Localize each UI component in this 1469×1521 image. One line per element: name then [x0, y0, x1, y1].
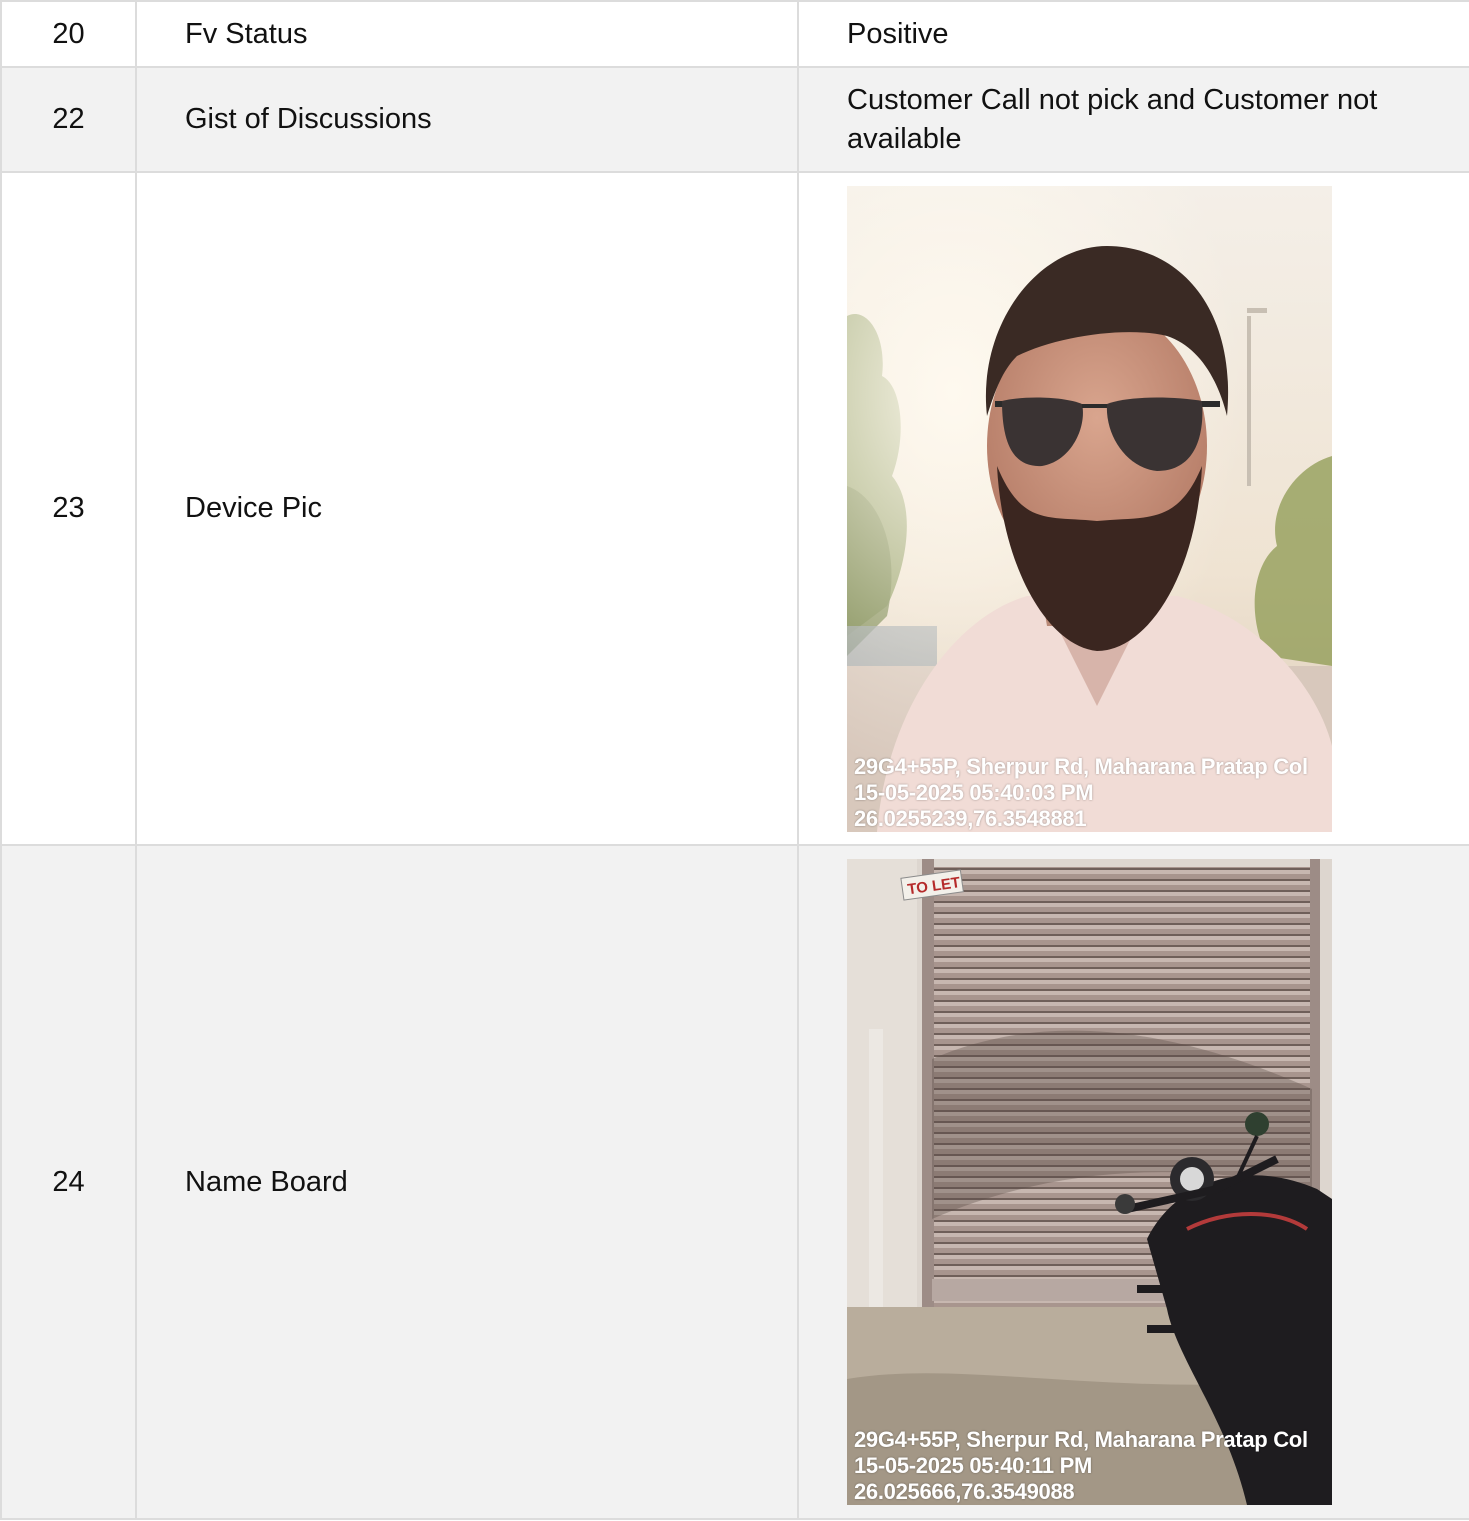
row-number: 20	[0, 0, 137, 68]
row-label: Gist of Discussions	[135, 66, 799, 173]
fv-status-value: Positive	[797, 0, 1469, 68]
stamp-datetime: 15-05-2025 05:40:11 PM	[854, 1453, 1093, 1478]
selfie-image	[847, 185, 1332, 832]
name-board-photo[interactable]: TO LET 29G4+55P, Sherpur Rd, Maharana Pr…	[847, 859, 1332, 1505]
geo-timestamp-overlay: 29G4+55P, Sherpur Rd, Maharana Pratap Co…	[854, 754, 1332, 832]
stamp-address: 29G4+55P, Sherpur Rd, Maharana Pratap Co…	[854, 753, 1308, 779]
row-number: 22	[0, 66, 137, 173]
table-row-fv-status: 20 Fv Status Positive	[0, 0, 1469, 68]
table-row-device-pic: 23 Device Pic 29G4+55P, Sherpur Rd, Maha…	[0, 171, 1469, 846]
name-board-cell: TO LET 29G4+55P, Sherpur Rd, Maharana Pr…	[797, 844, 1469, 1520]
stamp-coords: 26.025666,76.3549088	[854, 1479, 1075, 1504]
table-row-name-board: 24 Name Board TO LET 29G4+55P, Sherpur R…	[0, 844, 1469, 1520]
stamp-address: 29G4+55P, Sherpur Rd, Maharana Pratap Co…	[854, 1427, 1308, 1452]
verification-report-table: 20 Fv Status Positive 22 Gist of Discuss…	[0, 0, 1469, 1520]
stamp-datetime: 15-05-2025 05:40:03 PM	[854, 779, 1094, 805]
device-photo[interactable]: 29G4+55P, Sherpur Rd, Maharana Pratap Co…	[847, 185, 1332, 832]
table-row-gist-of-discussions: 22 Gist of Discussions Customer Call not…	[0, 66, 1469, 173]
row-label: Name Board	[135, 844, 799, 1520]
row-label: Fv Status	[135, 0, 799, 68]
device-pic-cell: 29G4+55P, Sherpur Rd, Maharana Pratap Co…	[797, 171, 1469, 846]
stamp-coords: 26.0255239,76.3548881	[854, 805, 1087, 831]
row-label: Device Pic	[135, 171, 799, 846]
geo-timestamp-overlay: 29G4+55P, Sherpur Rd, Maharana Pratap Co…	[854, 1427, 1332, 1505]
row-number: 24	[0, 844, 137, 1520]
row-number: 23	[0, 171, 137, 846]
shutter-image: TO LET	[847, 859, 1332, 1505]
gist-value: Customer Call not pick and Customer not …	[797, 66, 1469, 173]
